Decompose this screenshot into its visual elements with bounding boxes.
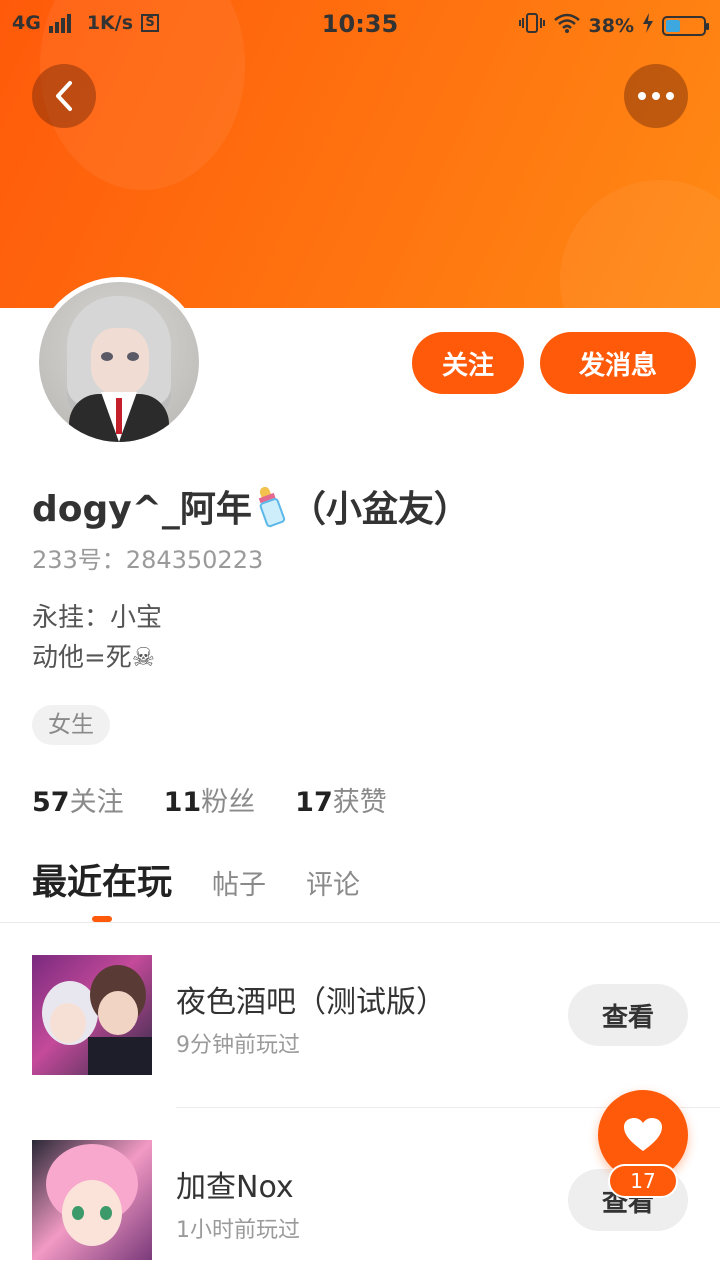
bio-line: 永挂：小宝 xyxy=(32,603,163,633)
game-thumbnail xyxy=(32,1140,152,1260)
view-game-button[interactable]: 查看 xyxy=(568,984,688,1046)
game-title: 夜色酒吧（测试版） xyxy=(176,985,446,1020)
profile-bio: 永挂：小宝 动他=死☠ xyxy=(32,598,162,678)
stat-following[interactable]: 57关注 xyxy=(32,780,124,819)
battery-percent: 38% xyxy=(588,14,634,37)
game-last-played: 1小时前玩过 xyxy=(176,1218,300,1243)
list-item[interactable]: 夜色酒吧（测试版） 9分钟前玩过 查看 xyxy=(0,945,720,1085)
game-thumbnail xyxy=(32,955,152,1075)
game-title: 加查Nox xyxy=(176,1170,294,1205)
chevron-left-icon xyxy=(56,81,72,111)
wifi-icon xyxy=(553,12,581,39)
baby-bottle-icon xyxy=(252,483,288,529)
gender-tag: 女生 xyxy=(32,705,110,745)
follow-button[interactable]: 关注 xyxy=(412,332,524,394)
profile-tabs: 最近在玩 帖子 评论 xyxy=(32,854,360,905)
stat-value: 17 xyxy=(295,787,333,818)
stat-followers[interactable]: 11粉丝 xyxy=(164,780,256,819)
stat-label: 获赞 xyxy=(332,787,387,818)
back-button[interactable] xyxy=(32,64,96,128)
profile-name-main: dogy^_阿年 xyxy=(32,489,252,530)
profile-name: dogy^_阿年 （小盆友） xyxy=(32,480,470,532)
tab-posts[interactable]: 帖子 xyxy=(212,863,266,902)
header-decoration xyxy=(560,180,720,308)
tab-recently-played[interactable]: 最近在玩 xyxy=(32,854,172,905)
stat-label: 粉丝 xyxy=(201,787,256,818)
status-bar: 4G 1K/s S 10:35 38% xyxy=(0,0,720,50)
like-count-badge: 17 xyxy=(608,1164,678,1198)
stat-likes: 17获赞 xyxy=(295,780,387,819)
heart-icon xyxy=(624,1118,662,1151)
profile-name-suffix: （小盆友） xyxy=(289,489,470,530)
game-last-played: 9分钟前玩过 xyxy=(176,1033,300,1058)
stat-label: 关注 xyxy=(69,787,124,818)
battery-icon xyxy=(662,15,709,36)
avatar-image xyxy=(39,282,199,442)
user-id: 233号：284350223 xyxy=(32,546,264,574)
charging-icon xyxy=(642,13,654,38)
vibrate-icon xyxy=(518,12,545,39)
avatar[interactable] xyxy=(34,277,204,447)
stat-value: 11 xyxy=(163,787,202,818)
send-message-button[interactable]: 发消息 xyxy=(540,332,696,394)
profile-stats: 57关注 11粉丝 17获赞 xyxy=(32,780,387,819)
more-options-button[interactable] xyxy=(624,64,688,128)
stat-value: 57 xyxy=(32,787,70,818)
more-dots-icon xyxy=(638,92,674,100)
divider xyxy=(0,922,720,923)
bio-line: 动他=死☠ xyxy=(32,643,156,673)
tab-comments[interactable]: 评论 xyxy=(306,863,360,902)
